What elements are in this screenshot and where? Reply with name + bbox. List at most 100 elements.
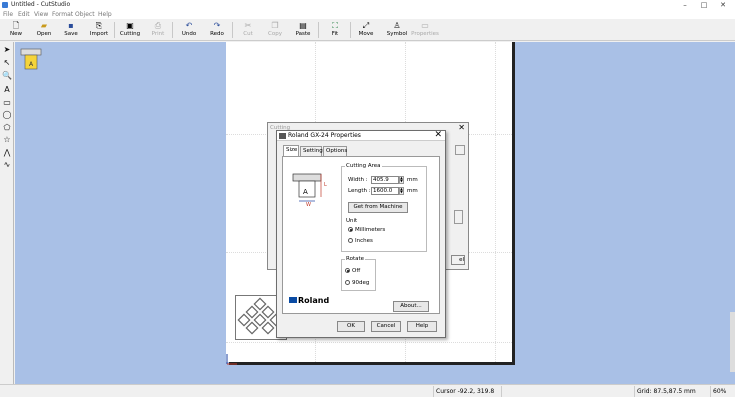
printer-icon [279, 133, 286, 139]
length-marker: L [324, 182, 327, 188]
rotate-label: Rotate [345, 256, 366, 262]
polyline-tool-icon[interactable]: ⋀ [1, 147, 13, 159]
cutting-button[interactable]: ▣ Cutting [117, 20, 143, 40]
menu-edit[interactable]: Edit [18, 11, 30, 18]
plotter-icon[interactable]: A [20, 47, 42, 71]
move-icon: ⤢ [362, 21, 370, 30]
import-icon: ⎘ [95, 21, 103, 30]
text-tool-icon[interactable]: A [1, 84, 13, 96]
width-marker: W [306, 202, 311, 208]
unit-label: Unit [346, 218, 358, 224]
sheet-shadow [512, 42, 515, 365]
fit-button[interactable]: ⛶ Fit [322, 20, 348, 40]
width-field[interactable]: 405.9 [371, 176, 399, 184]
new-button[interactable]: 🗋 New [3, 20, 29, 40]
paste-button[interactable]: ▤ Paste [290, 20, 316, 40]
menu-help[interactable]: Help [98, 11, 112, 18]
cut-button[interactable]: ✂ Cut [235, 20, 261, 40]
print-button[interactable]: ⎙ Print [145, 20, 171, 40]
close-icon[interactable]: ✕ [434, 130, 442, 140]
save-button[interactable]: ▪ Save [58, 20, 84, 40]
polygon-tool-icon[interactable]: ⬠ [1, 122, 13, 134]
star-tool-icon[interactable]: ☆ [1, 134, 13, 146]
select-arrow-icon[interactable]: ➤ [1, 44, 13, 56]
menu-view[interactable]: View [34, 11, 48, 18]
get-from-machine-button[interactable]: Get from Machine [348, 202, 408, 213]
cancel-button[interactable]: el [451, 255, 465, 265]
node-edit-icon[interactable]: ↖ [1, 57, 13, 69]
minimize-icon[interactable]: – [678, 0, 692, 10]
about-button[interactable]: About... [393, 301, 429, 312]
tool-palette: ➤ ↖ 🔍 A ▭ ◯ ⬠ ☆ ⋀ ∿ [0, 42, 14, 384]
radio-dot [348, 227, 353, 232]
printer-icon: ⎙ [154, 21, 162, 30]
radio-dot [348, 238, 353, 243]
inches-radio[interactable]: Inches [348, 238, 373, 244]
length-field[interactable]: 1600.0 [371, 187, 399, 195]
new-file-icon: 🗋 [12, 21, 20, 30]
cutter-icon: ▣ [126, 21, 134, 30]
close-icon[interactable]: ✕ [458, 123, 465, 132]
maximize-icon[interactable]: □ [697, 0, 711, 10]
clipboard-icon: ▤ [299, 21, 307, 30]
move-button[interactable]: ⤢ Move [353, 20, 379, 40]
rotate-group: Rotate Off 90deg [341, 256, 376, 291]
roland-logo-mark [289, 297, 297, 303]
sheet-shadow [229, 362, 515, 365]
copy-button[interactable]: ❐ Copy [262, 20, 288, 40]
width-unit: mm [407, 177, 418, 183]
grid-size: Grid: 87.5,87.5 mm [634, 386, 710, 397]
cutting-area-group: Cutting Area Width : 405.9 ▲ ▼ mm Length … [341, 163, 427, 252]
millimeters-radio[interactable]: Millimeters [348, 227, 385, 233]
radio-dot [345, 268, 350, 273]
redo-button[interactable]: ↷ Redo [204, 20, 230, 40]
symbol-button[interactable]: ♙ Symbol [384, 20, 410, 40]
cutting-dialog-button[interactable] [455, 145, 465, 155]
size-tab-panel: A L W Cutting Area Width : 405.9 ▲ ▼ mm L… [282, 156, 440, 314]
width-label: Width : [348, 177, 368, 183]
dialog-title: Roland GX-24 Properties [288, 132, 361, 139]
rotate-90-radio[interactable]: 90deg [345, 280, 369, 286]
cutting-dialog-preview [454, 210, 463, 224]
undo-button[interactable]: ↶ Undo [176, 20, 202, 40]
length-unit: mm [407, 188, 418, 194]
radio-dot [345, 280, 350, 285]
rotate-off-radio[interactable]: Off [345, 268, 360, 274]
toolbar-separator [232, 22, 233, 38]
roland-logo: Roland [289, 296, 329, 305]
close-icon[interactable]: ✕ [716, 0, 730, 10]
import-button[interactable]: ⎘ Import [86, 20, 112, 40]
tab-settings[interactable]: Settings [300, 146, 326, 156]
tab-options[interactable]: Options [323, 146, 347, 156]
rectangle-tool-icon[interactable]: ▭ [1, 97, 13, 109]
curve-tool-icon[interactable]: ∿ [1, 159, 13, 171]
cancel-button[interactable]: Cancel [371, 321, 401, 332]
toolbar-separator [114, 22, 115, 38]
zoom-icon[interactable]: 🔍 [1, 70, 13, 82]
folder-icon: ▰ [40, 21, 48, 30]
redo-icon: ↷ [213, 21, 221, 30]
tab-size[interactable]: Size [283, 145, 299, 156]
length-stepper[interactable]: ▲ ▼ [399, 187, 404, 195]
grid-line [226, 342, 512, 343]
length-label: Length : [348, 188, 371, 194]
properties-button[interactable]: ▭ Properties [411, 20, 439, 40]
open-button[interactable]: ▰ Open [31, 20, 57, 40]
ok-button[interactable]: OK [337, 321, 365, 332]
menu-file[interactable]: File [3, 11, 13, 18]
help-button[interactable]: Help [407, 321, 437, 332]
toolbar-separator [172, 22, 173, 38]
origin-marker-icon [226, 354, 237, 365]
status-bar: Cursor -92.2, 319.8 mm Grid: 87.5,87.5 m… [0, 384, 735, 397]
cursor-position: Cursor -92.2, 319.8 mm [433, 386, 501, 397]
width-stepper[interactable]: ▲ ▼ [399, 176, 404, 184]
person-icon: ♙ [393, 21, 401, 30]
menu-bar: File Edit View Format Object Help [0, 10, 735, 19]
window-title: Untitled - CutStudio [11, 1, 71, 8]
menu-format[interactable]: Format [52, 11, 73, 18]
svg-text:A: A [303, 188, 308, 196]
menu-object[interactable]: Object [75, 11, 95, 18]
vertical-scrollbar[interactable] [730, 312, 735, 372]
ellipse-tool-icon[interactable]: ◯ [1, 109, 13, 121]
floppy-icon: ▪ [68, 21, 74, 30]
